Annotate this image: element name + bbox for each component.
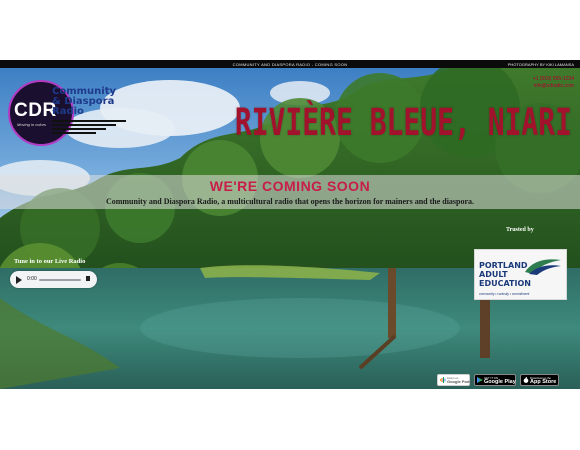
- google-podcasts-icon: [440, 377, 446, 383]
- logo-soundwave-icon: [52, 120, 126, 136]
- logo-tagline: Moving in colors: [17, 122, 46, 127]
- coming-soon-heading: WE'RE COMING SOON: [209, 178, 371, 194]
- volume-icon[interactable]: [86, 276, 90, 281]
- station-description: Community and Diaspora Radio, a multicul…: [105, 197, 475, 206]
- photo-credit: PHOTOGRAPHY BY KIKI LAMANSA: [507, 61, 574, 67]
- location-title: RIVIÈRE BLEUE, NIARI: [234, 100, 572, 145]
- pae-tagline: community • curiosity • commitment: [479, 292, 530, 296]
- logo-station-name: Community & Diaspora Radio: [52, 87, 132, 117]
- google-podcasts-badge[interactable]: Listen on Google Podcasts: [437, 374, 480, 386]
- player-progress-track[interactable]: [39, 279, 81, 281]
- contact-email[interactable]: info@cdradio.com: [533, 83, 574, 90]
- badge-big-text: Google Play: [484, 379, 516, 385]
- pae-word: PORTLAND: [479, 261, 528, 270]
- play-icon[interactable]: [16, 276, 22, 284]
- trusted-by-label: Trusted by: [506, 227, 534, 233]
- contact-info: +1 (503) 555-1234 info@cdradio.com: [533, 76, 574, 90]
- site-title: COMMUNITY AND DIASPORA RADIO - COMING SO…: [232, 61, 348, 67]
- google-play-badge[interactable]: GET IT ON Google Play: [474, 374, 516, 386]
- contact-phone[interactable]: +1 (503) 555-1234: [533, 76, 574, 83]
- pae-word: ADULT: [479, 270, 508, 279]
- app-store-badge[interactable]: Download on the App Store: [520, 374, 559, 386]
- apple-icon: [523, 377, 529, 383]
- tune-in-label: Tune in to our Live Radio: [14, 258, 86, 265]
- pae-word: EDUCATION: [479, 279, 531, 288]
- portland-adult-education-logo[interactable]: PORTLAND ADULT EDUCATION community • cur…: [474, 249, 567, 300]
- hero-section: CDR Moving in colors Community & Diaspor…: [0, 68, 580, 389]
- live-radio-player[interactable]: 0:00: [10, 271, 97, 288]
- cdr-logo[interactable]: CDR Moving in colors Community & Diaspor…: [8, 76, 128, 150]
- badge-big-text: App Store: [530, 379, 557, 385]
- pae-swoosh-icon: [525, 259, 561, 275]
- top-bar: COMMUNITY AND DIASPORA RADIO - COMING SO…: [0, 60, 580, 68]
- logo-abbr: CDR: [14, 100, 57, 121]
- player-time: 0:00: [27, 276, 37, 282]
- google-play-icon: [477, 377, 483, 383]
- logo-name-line: Radio: [52, 106, 84, 117]
